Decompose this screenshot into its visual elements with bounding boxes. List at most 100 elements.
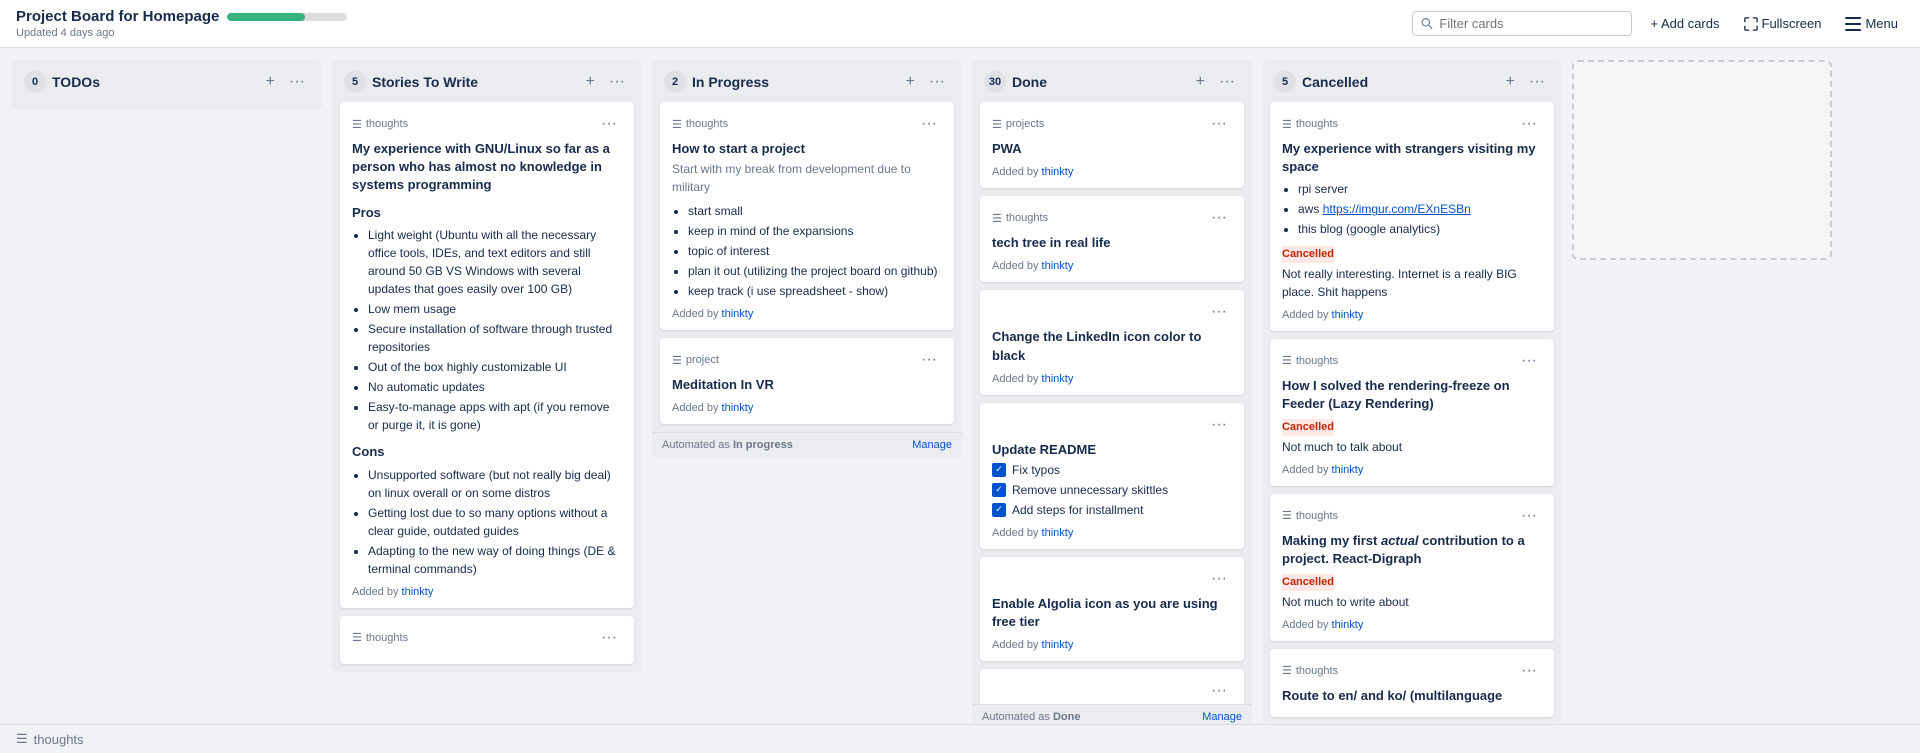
add-cards-label: + Add cards [1650, 16, 1719, 31]
card-icon: ☰ [992, 118, 1002, 131]
column-done-body: ☰ projects ··· PWA Added by thinkty ☰ th… [972, 102, 1252, 704]
column-stories-title: Stories To Write [372, 74, 575, 90]
card-ip1-menu[interactable]: ··· [916, 112, 942, 136]
card-cancelled-4[interactable]: ☰ thoughts ··· Route to en/ and ko/ (mul… [1270, 649, 1554, 717]
list-item: rpi server [1298, 180, 1542, 198]
header-right: + Add cards Fullscreen Menu [1412, 11, 1904, 36]
card-done-tt-menu[interactable]: ··· [1206, 206, 1232, 230]
column-stories-header: 5 Stories To Write + ··· [332, 60, 642, 102]
list-item: keep in mind of the expansions [688, 222, 942, 240]
add-cards-button[interactable]: + Add cards [1644, 12, 1725, 35]
card-c1-title: My experience with strangers visiting my… [1282, 140, 1542, 176]
card-done-readme1[interactable]: ··· Update README Fix typos Remove unnec… [980, 403, 1244, 549]
bottom-label: thoughts [34, 732, 84, 747]
menu-button[interactable]: Menu [1839, 12, 1904, 35]
column-cancelled-add[interactable]: + [1501, 70, 1520, 94]
column-done-header: 30 Done + ··· [972, 60, 1252, 102]
column-inprogress-header: 2 In Progress + ··· [652, 60, 962, 102]
column-todos-header: 0 TODOs + ··· [12, 60, 322, 102]
card-c1-footer: Added by thinkty [1282, 309, 1542, 321]
column-cancelled-body: ☰ thoughts ··· My experience with strang… [1262, 102, 1562, 725]
card-cancelled-1[interactable]: ☰ thoughts ··· My experience with strang… [1270, 102, 1554, 331]
automated-label: Automated as Done [982, 711, 1080, 723]
card-done-algolia[interactable]: ··· Enable Algolia icon as you are using… [980, 557, 1244, 661]
menu-label: Menu [1865, 16, 1898, 31]
column-cancelled-menu[interactable]: ··· [1524, 70, 1550, 94]
card-ip1-subtitle: Start with my break from development due… [672, 160, 942, 196]
card-c4-header: ☰ thoughts ··· [1282, 659, 1542, 683]
column-todos-menu[interactable]: ··· [284, 70, 310, 94]
card-type: thoughts [366, 632, 408, 644]
card-done-techtree[interactable]: ☰ thoughts ··· tech tree in real life Ad… [980, 196, 1244, 282]
column-todos-add[interactable]: + [261, 70, 280, 94]
card-stories-2[interactable]: ☰ thoughts ··· [340, 616, 634, 664]
card-done-tt-title: tech tree in real life [992, 234, 1232, 252]
card-c4-label: ☰ thoughts [1282, 664, 1338, 677]
card-c3-header: ☰ thoughts ··· [1282, 504, 1542, 528]
column-done-menu[interactable]: ··· [1214, 70, 1240, 94]
card-stories-2-menu[interactable]: ··· [596, 626, 622, 650]
filter-cards-search[interactable] [1412, 11, 1632, 36]
card-done-pwa[interactable]: ☰ projects ··· PWA Added by thinkty [980, 102, 1244, 188]
card-c2-header: ☰ thoughts ··· [1282, 349, 1542, 373]
card-c3-menu[interactable]: ··· [1516, 504, 1542, 528]
card-stories-2-header: ☰ thoughts ··· [352, 626, 622, 650]
column-stories-add[interactable]: + [581, 70, 600, 94]
cancelled-text: Not much to talk about [1282, 438, 1542, 456]
column-inprogress: 2 In Progress + ··· ☰ thoughts ··· How t… [652, 60, 962, 457]
card-done-rm1-menu[interactable]: ··· [1206, 413, 1232, 437]
card-ip2-title: Meditation In VR [672, 376, 942, 394]
fullscreen-button[interactable]: Fullscreen [1738, 12, 1828, 35]
card-c2-menu[interactable]: ··· [1516, 349, 1542, 373]
column-todos: 0 TODOs + ··· [12, 60, 322, 110]
card-done-pwa-menu[interactable]: ··· [1206, 112, 1232, 136]
card-c2-footer: Added by thinkty [1282, 464, 1542, 476]
card-done-alg-menu[interactable]: ··· [1206, 567, 1232, 591]
progress-bar [227, 13, 347, 21]
column-done-add[interactable]: + [1191, 70, 1210, 94]
card-ip2-menu[interactable]: ··· [916, 348, 942, 372]
cons-item: Getting lost due to so many options with… [368, 504, 622, 540]
automated-manage-link[interactable]: Manage [912, 439, 952, 451]
column-done-actions: + ··· [1191, 70, 1240, 94]
filter-input[interactable] [1439, 16, 1623, 31]
card-done-li-menu[interactable]: ··· [1206, 300, 1232, 324]
column-add-placeholder [1572, 60, 1832, 260]
card-done-readme2[interactable]: ··· Update README Reduce the icon size (… [980, 669, 1244, 704]
card-cancelled-2[interactable]: ☰ thoughts ··· How I solved the renderin… [1270, 339, 1554, 486]
card-done-linkedin[interactable]: ··· Change the LinkedIn icon color to bl… [980, 290, 1244, 394]
checkbox-checked-icon [992, 463, 1006, 477]
header-left: Project Board for Homepage Updated 4 day… [16, 8, 347, 39]
card-done-rm1-title: Update README [992, 441, 1232, 459]
card-inprogress-2[interactable]: ☰ project ··· Meditation In VR Added by … [660, 338, 954, 424]
column-done-title: Done [1012, 74, 1185, 90]
column-stories-body: ☰ thoughts ··· My experience with GNU/Li… [332, 102, 642, 672]
card-ip1-list: start small keep in mind of the expansio… [672, 202, 942, 300]
card-stories-1-menu[interactable]: ··· [596, 112, 622, 136]
board: 0 TODOs + ··· 5 Stories To Write + ··· ☰ [0, 48, 1920, 741]
card-stories-1-footer: Added by thinkty [352, 586, 622, 598]
column-inprogress-add[interactable]: + [901, 70, 920, 94]
card-c1-body: rpi server aws https://imgur.com/EXnESBn… [1282, 180, 1542, 301]
card-done-rm1-header: ··· [992, 413, 1232, 437]
column-stories-menu[interactable]: ··· [604, 70, 630, 94]
card-stories-1[interactable]: ☰ thoughts ··· My experience with GNU/Li… [340, 102, 634, 608]
card-done-tt-label: ☰ thoughts [992, 212, 1048, 225]
card-ip2-footer: Added by thinkty [672, 402, 942, 414]
automated-manage-link[interactable]: Manage [1202, 711, 1242, 723]
cons-item: Unsupported software (but not really big… [368, 466, 622, 502]
card-done-li-title: Change the LinkedIn icon color to black [992, 328, 1232, 364]
card-c4-menu[interactable]: ··· [1516, 659, 1542, 683]
cancelled-text: Not really interesting. Internet is a re… [1282, 265, 1542, 301]
checkbox-checked-icon [992, 483, 1006, 497]
card-ip1-title: How to start a project [672, 140, 942, 158]
column-done-count: 30 [984, 71, 1006, 93]
card-type: thoughts [1296, 510, 1338, 522]
column-inprogress-menu[interactable]: ··· [924, 70, 950, 94]
card-ip1-header: ☰ thoughts ··· [672, 112, 942, 136]
card-done-alg-footer: Added by thinkty [992, 639, 1232, 651]
card-cancelled-3[interactable]: ☰ thoughts ··· Making my first actual co… [1270, 494, 1554, 641]
card-c1-menu[interactable]: ··· [1516, 112, 1542, 136]
card-inprogress-1[interactable]: ☰ thoughts ··· How to start a project St… [660, 102, 954, 330]
card-done-rm2-menu[interactable]: ··· [1206, 679, 1232, 703]
